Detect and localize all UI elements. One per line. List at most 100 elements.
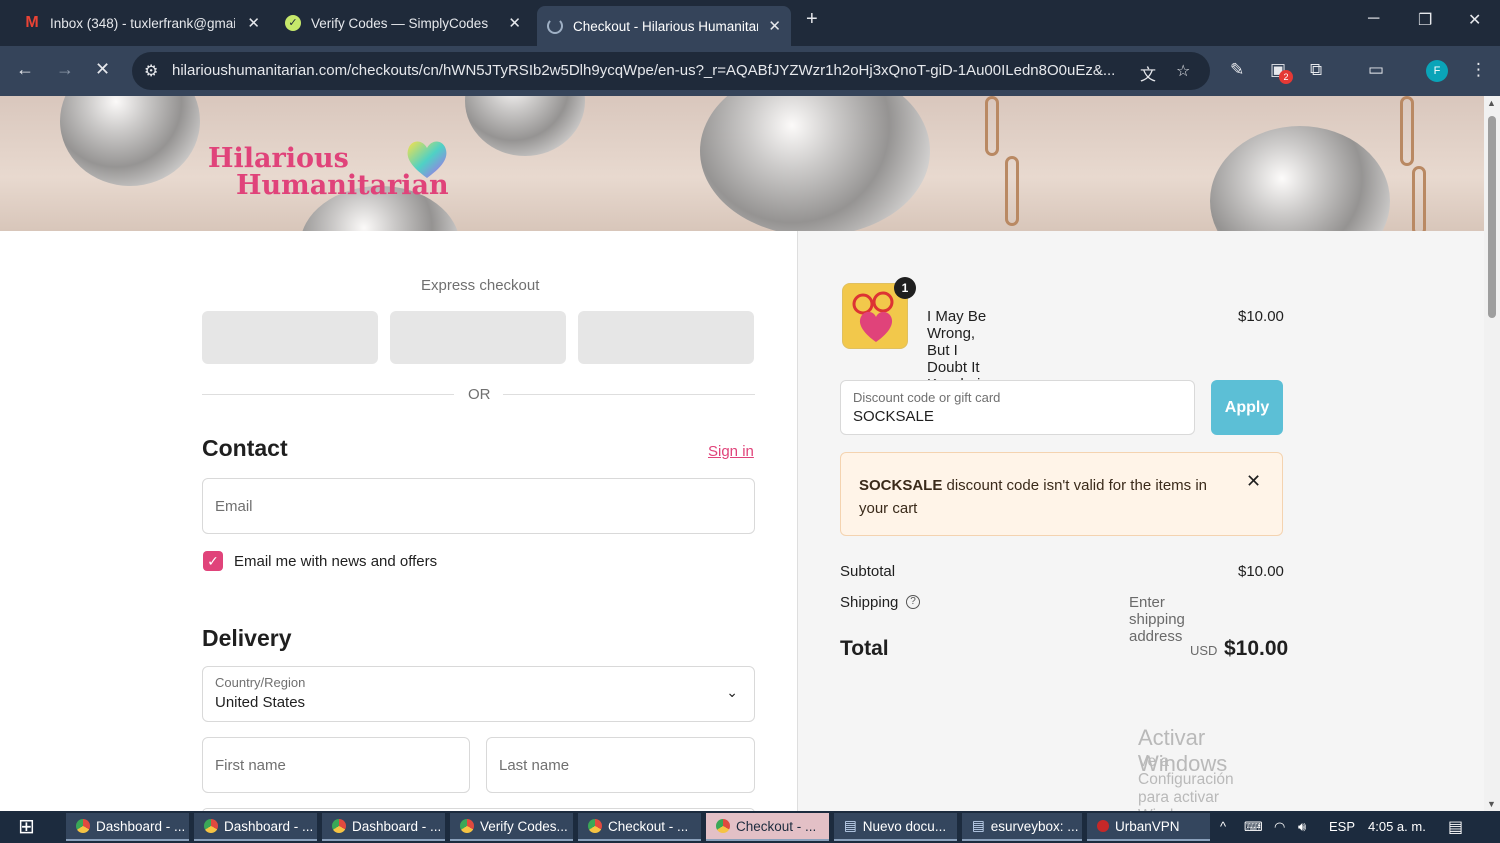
start-grid-icon[interactable]: ⊞ bbox=[18, 817, 35, 837]
profile-avatar[interactable]: F bbox=[1426, 60, 1448, 82]
translate-icon[interactable]: 文 bbox=[1140, 61, 1156, 85]
forward-icon[interactable]: → bbox=[56, 59, 74, 80]
chrome-icon bbox=[76, 819, 90, 833]
taskbar-label: Dashboard - ... bbox=[96, 818, 186, 834]
tab-title: Inbox (348) - tuxlerfrank@gmail bbox=[50, 15, 235, 31]
bookmark-star-icon[interactable]: ☆ bbox=[1176, 61, 1190, 81]
language-indicator[interactable]: ESP bbox=[1329, 819, 1355, 834]
close-tab-icon[interactable]: ✕ bbox=[768, 17, 781, 35]
scroll-down-icon[interactable]: ▼ bbox=[1487, 799, 1496, 809]
media-icon[interactable]: ▭ bbox=[1368, 60, 1384, 80]
total-label: Total bbox=[840, 637, 889, 660]
back-icon[interactable]: ← bbox=[16, 59, 34, 80]
close-tab-icon[interactable]: ✕ bbox=[508, 14, 521, 32]
windows-taskbar: ⊞ Dashboard - ... Dashboard - ... Dashbo… bbox=[0, 811, 1500, 843]
currency-code: USD bbox=[1190, 643, 1218, 658]
tab-gmail[interactable]: M Inbox (348) - tuxlerfrank@gmail ✕ bbox=[14, 8, 270, 38]
disco-ball-image bbox=[1210, 126, 1390, 231]
taskbar-label: Checkout - ... bbox=[608, 818, 689, 834]
first-name-field[interactable]: First name bbox=[202, 737, 470, 793]
subtotal-label: Subtotal bbox=[840, 563, 896, 580]
sign-in-link[interactable]: Sign in bbox=[708, 443, 754, 460]
disco-ball-image bbox=[700, 96, 930, 231]
address-bar[interactable]: ⚙ hilarioushumanitarian.com/checkouts/cn… bbox=[132, 52, 1210, 90]
browser-toolbar: ← → ✕ ⚙ hilarioushumanitarian.com/checko… bbox=[0, 46, 1500, 96]
taskbar-label: Nuevo docu... bbox=[862, 818, 947, 834]
taskbar-item[interactable]: Dashboard - ... bbox=[322, 813, 445, 841]
delivery-heading: Delivery bbox=[202, 625, 292, 651]
taskbar-item[interactable]: Checkout - ... bbox=[578, 813, 701, 841]
chevron-down-icon: ⌄ bbox=[726, 684, 738, 700]
country-select[interactable]: Country/Region United States ⌄ bbox=[202, 666, 755, 722]
notepad-icon: ▤ bbox=[972, 818, 985, 833]
taskbar-label: esurveybox: ... bbox=[990, 818, 1079, 834]
quantity-badge: 1 bbox=[894, 277, 916, 299]
newsletter-checkbox[interactable]: ✓ bbox=[203, 551, 223, 571]
taskbar-item[interactable]: ▤ Nuevo docu... bbox=[834, 813, 957, 841]
express-pay-button-2[interactable] bbox=[390, 311, 566, 364]
wifi-icon[interactable]: ◠ bbox=[1274, 819, 1285, 835]
subtotal-value: $10.00 bbox=[1238, 563, 1284, 580]
email-field[interactable]: Email bbox=[202, 478, 755, 534]
tab-checkout[interactable]: Checkout - Hilarious Humanitarian ✕ bbox=[537, 6, 791, 46]
minimize-icon[interactable]: ─ bbox=[1368, 10, 1379, 28]
tab-title: Checkout - Hilarious Humanitarian bbox=[573, 18, 758, 34]
loading-icon bbox=[547, 18, 563, 34]
chevron-up-icon[interactable]: ^ bbox=[1220, 819, 1226, 834]
volume-icon[interactable]: 🔊︎ bbox=[1298, 819, 1306, 835]
puzzle-icon[interactable]: ⧉ bbox=[1310, 60, 1322, 80]
apply-button[interactable]: Apply bbox=[1211, 380, 1283, 435]
extension-pen-icon[interactable]: ✎ bbox=[1230, 60, 1244, 80]
new-tab-button[interactable]: + bbox=[806, 8, 818, 31]
scrollbar-thumb[interactable] bbox=[1488, 116, 1496, 318]
discount-code-field[interactable]: Discount code or gift card SOCKSALE bbox=[840, 380, 1195, 435]
total-value: $10.00 bbox=[1224, 637, 1289, 660]
taskbar-item[interactable]: UrbanVPN bbox=[1087, 813, 1210, 841]
express-pay-button-1[interactable] bbox=[202, 311, 378, 364]
close-tab-icon[interactable]: ✕ bbox=[247, 14, 260, 32]
chrome-icon bbox=[332, 819, 346, 833]
express-pay-button-3[interactable] bbox=[578, 311, 754, 364]
shipping-value: Enter shipping address bbox=[1129, 594, 1185, 645]
extension-badge: 2 bbox=[1279, 70, 1293, 84]
urbanvpn-icon bbox=[1097, 820, 1109, 832]
tab-simplycodes[interactable]: ✓ Verify Codes — SimplyCodes ✕ bbox=[275, 8, 531, 38]
menu-icon[interactable]: ⋮ bbox=[1470, 60, 1487, 80]
close-alert-icon[interactable]: ✕ bbox=[1246, 471, 1261, 492]
or-separator: OR bbox=[468, 386, 491, 403]
clock[interactable]: 4:05 a. m. bbox=[1368, 819, 1426, 834]
chrome-icon bbox=[588, 819, 602, 833]
taskbar-label: UrbanVPN bbox=[1115, 818, 1180, 834]
discount-error-alert: SOCKSALE discount code isn't valid for t… bbox=[840, 452, 1283, 536]
taskbar-label: Verify Codes... bbox=[480, 818, 568, 834]
taskbar-item[interactable]: ▤ esurveybox: ... bbox=[962, 813, 1082, 841]
taskbar-item[interactable]: Dashboard - ... bbox=[66, 813, 189, 841]
disco-ball-image bbox=[60, 96, 200, 186]
site-info-icon[interactable]: ⚙ bbox=[144, 61, 158, 81]
browser-tab-bar: M Inbox (348) - tuxlerfrank@gmail ✕ ✓ Ve… bbox=[0, 0, 1500, 46]
last-name-field[interactable]: Last name bbox=[486, 737, 755, 793]
notifications-icon[interactable]: ▤ bbox=[1448, 817, 1463, 837]
notepad-icon: ▤ bbox=[844, 818, 857, 833]
tab-title: Verify Codes — SimplyCodes bbox=[311, 15, 489, 31]
url-text[interactable]: hilarioushumanitarian.com/checkouts/cn/h… bbox=[172, 62, 1132, 79]
taskbar-item[interactable]: Verify Codes... bbox=[450, 813, 573, 841]
disco-ball-image bbox=[465, 96, 585, 156]
restore-icon[interactable]: ❐ bbox=[1418, 10, 1432, 30]
email-placeholder: Email bbox=[215, 498, 253, 515]
taskbar-item[interactable]: Dashboard - ... bbox=[194, 813, 317, 841]
stop-loading-icon[interactable]: ✕ bbox=[95, 59, 110, 80]
help-icon[interactable]: ? bbox=[906, 595, 920, 609]
store-banner: Hilarious Humanitarian bbox=[0, 96, 1484, 231]
logo-line1: Hilarious bbox=[208, 143, 349, 174]
divider bbox=[202, 394, 454, 395]
shipping-label: Shipping bbox=[840, 594, 899, 611]
taskbar-item-active[interactable]: Checkout - ... bbox=[706, 813, 829, 841]
product-price: $10.00 bbox=[1238, 308, 1284, 325]
country-label: Country/Region bbox=[215, 675, 306, 690]
close-window-icon[interactable]: ✕ bbox=[1468, 10, 1481, 30]
divider bbox=[503, 394, 755, 395]
scroll-up-icon[interactable]: ▲ bbox=[1487, 98, 1496, 108]
chain-image bbox=[1005, 156, 1019, 226]
keyboard-icon[interactable]: ⌨ bbox=[1244, 819, 1263, 835]
